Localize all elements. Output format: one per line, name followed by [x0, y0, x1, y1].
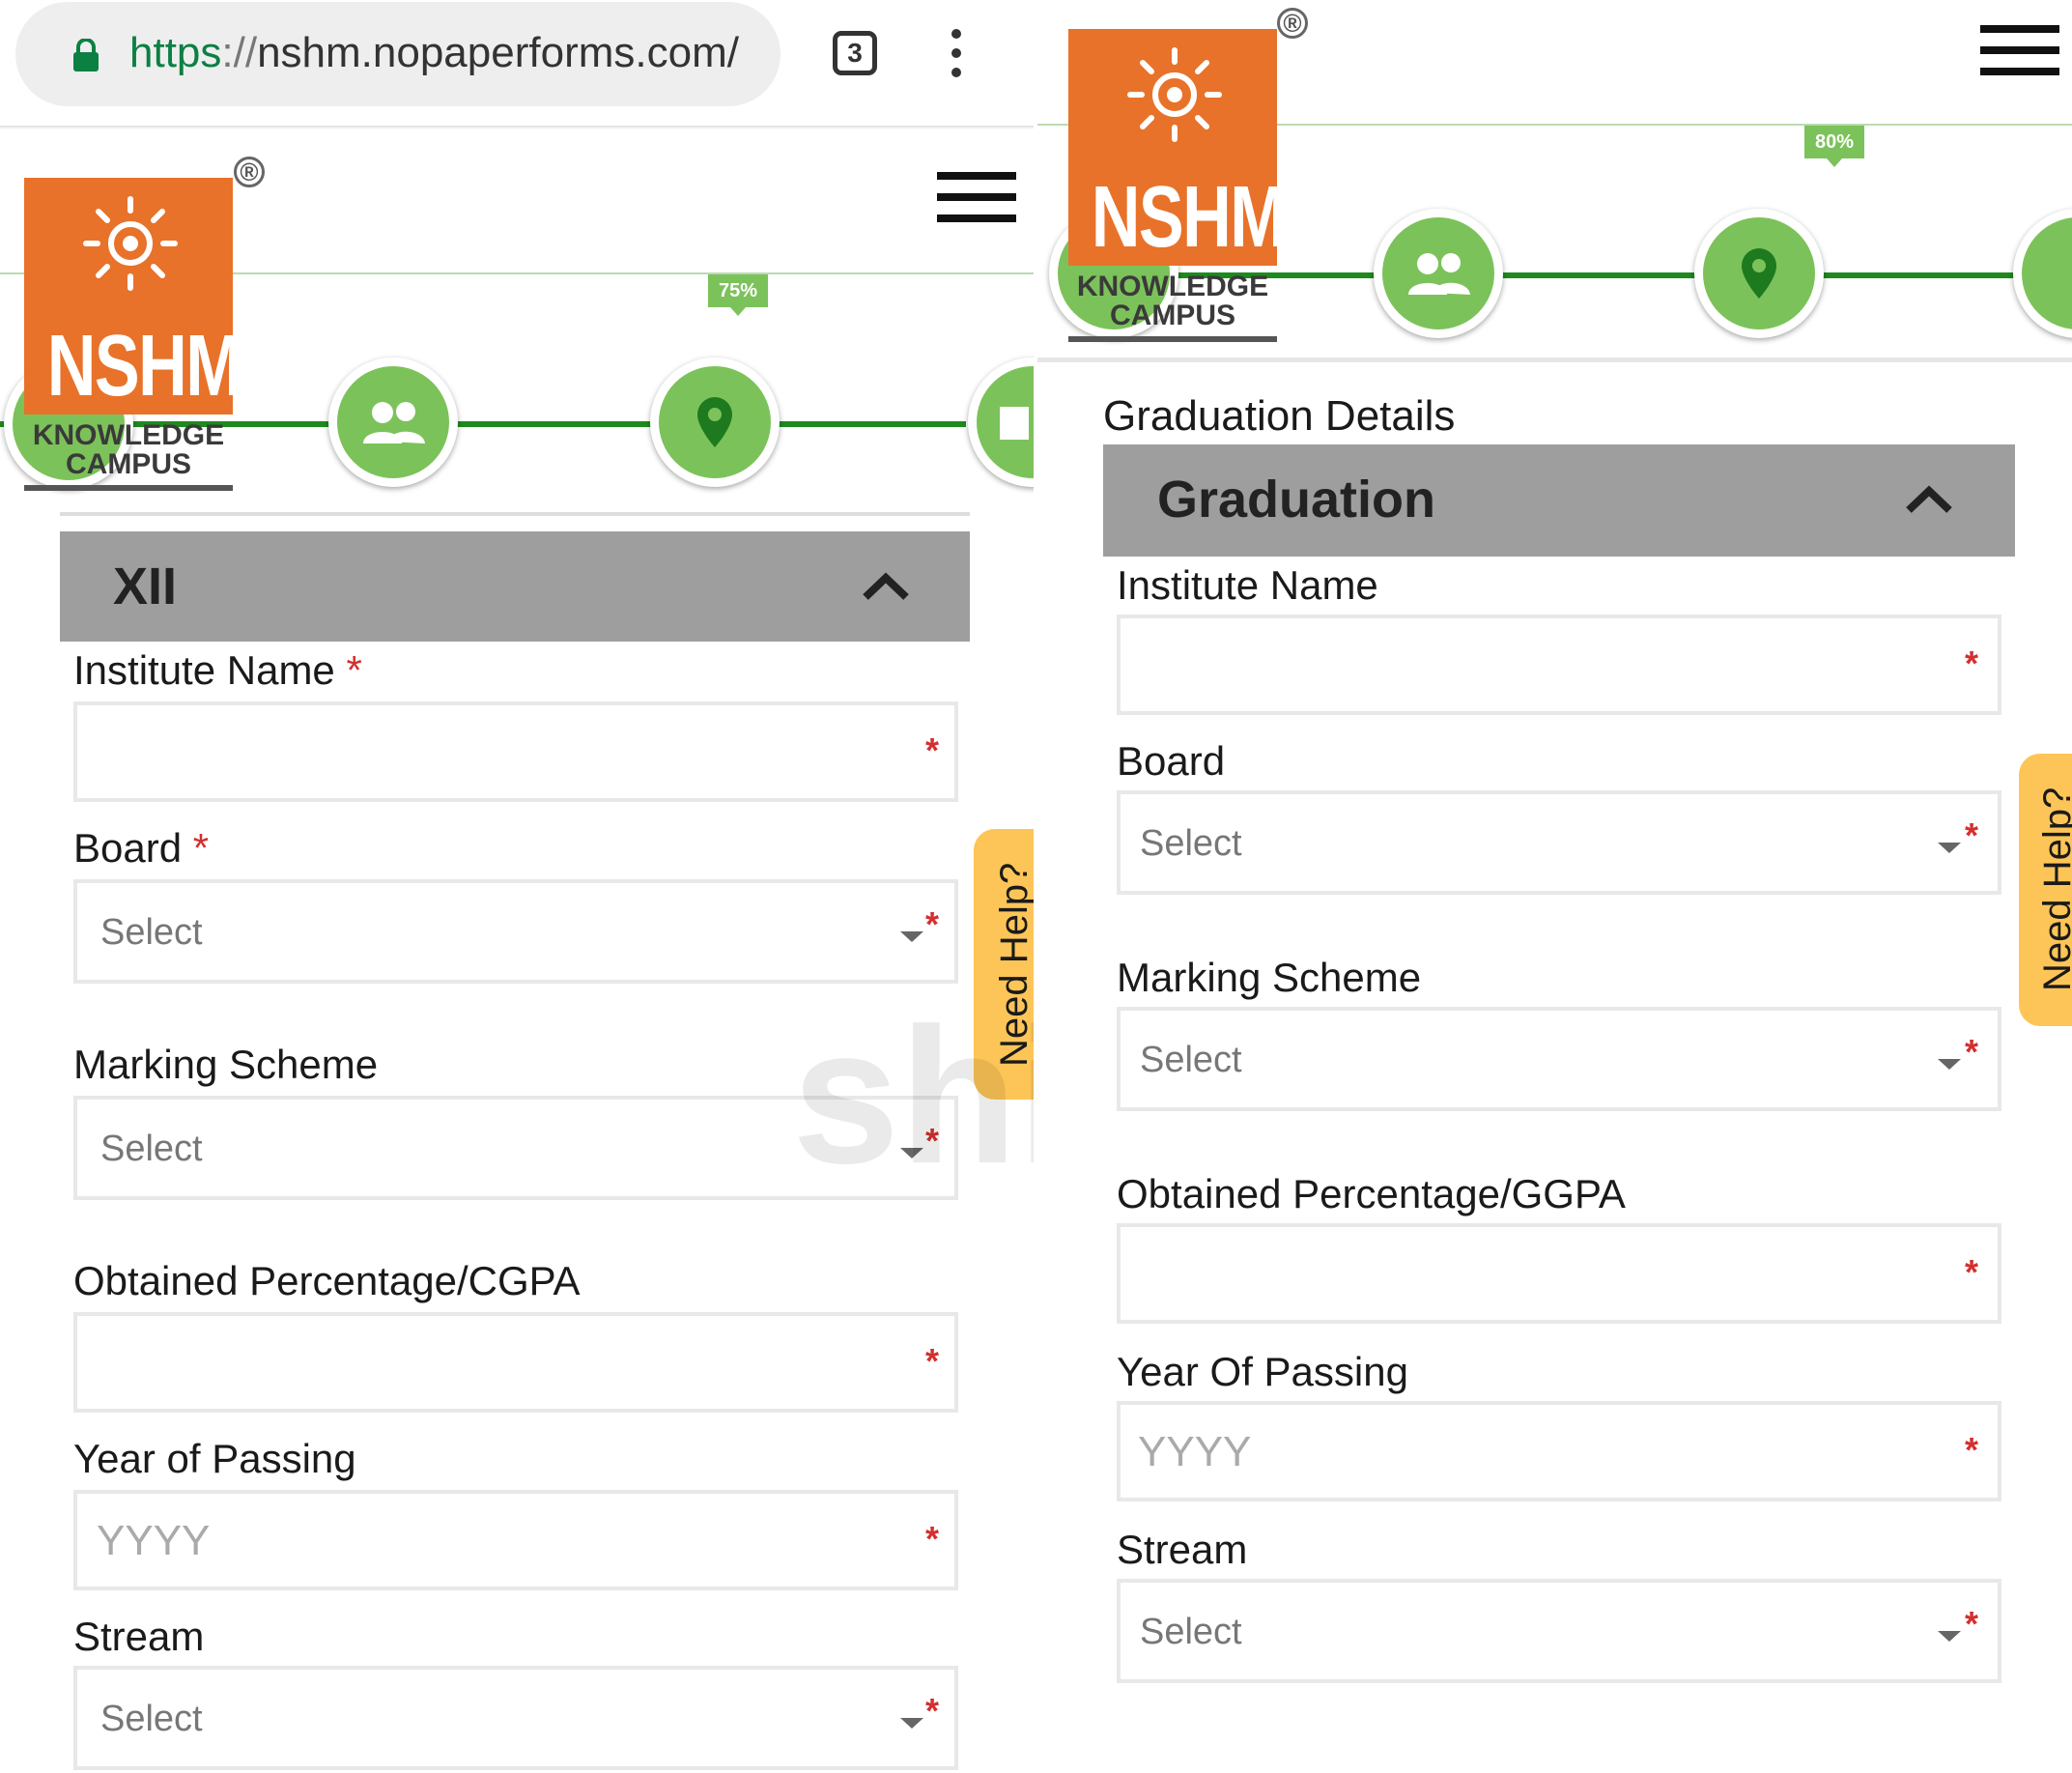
accordion-graduation[interactable]: Graduation — [1103, 444, 2015, 557]
location-pin-icon — [697, 397, 732, 447]
required-star: * — [1965, 643, 1979, 683]
marking-scheme-select[interactable]: Select * — [1117, 1007, 2001, 1111]
year-of-passing-label: Year Of Passing — [1117, 1349, 1408, 1394]
board-label: Board — [1117, 738, 1226, 784]
sun-emblem-icon — [1127, 47, 1222, 142]
board-select[interactable]: Select * — [73, 879, 958, 984]
tab-count-button[interactable]: 3 — [833, 31, 877, 75]
institute-name-input[interactable]: * — [73, 701, 958, 802]
dropdown-caret-icon — [900, 931, 923, 942]
required-star: * — [925, 730, 940, 770]
percentage-input[interactable]: * — [73, 1312, 958, 1413]
dropdown-caret-icon — [1938, 843, 1961, 853]
institute-name-input[interactable]: * — [1117, 615, 2001, 715]
percentage-input[interactable]: * — [1117, 1223, 2001, 1324]
year-placeholder: YYYY — [1138, 1428, 1252, 1475]
location-pin-icon — [1742, 248, 1776, 299]
step-family[interactable] — [1374, 209, 1503, 338]
nshm-logo[interactable]: NSHM KNOWLEDGE CAMPUS — [1068, 29, 1287, 343]
need-help-text: Need Help? — [2036, 786, 2072, 991]
percentage-label: Obtained Percentage/CGPA — [73, 1258, 581, 1303]
year-of-passing-label: Year of Passing — [73, 1436, 356, 1481]
step-documents[interactable] — [2013, 209, 2072, 338]
year-of-passing-input[interactable]: YYYY * — [73, 1490, 958, 1590]
board-select[interactable]: Select * — [1117, 790, 2001, 895]
document-icon — [1000, 407, 1029, 440]
marking-scheme-label: Marking Scheme — [73, 1042, 379, 1087]
marking-placeholder: Select — [1140, 1040, 1242, 1080]
dropdown-caret-icon — [900, 1718, 923, 1729]
section-title: Graduation Details — [1103, 392, 1456, 440]
progress-percent-badge: 80% — [1804, 126, 1864, 167]
lock-icon — [73, 39, 99, 71]
required-star: * — [925, 904, 940, 944]
chevron-up-icon[interactable] — [1905, 485, 1953, 514]
stream-select[interactable]: Select * — [1117, 1579, 2001, 1683]
required-star: * — [925, 1519, 940, 1559]
people-icon — [363, 402, 425, 443]
logo-tagline: KNOWLEDGE CAMPUS — [32, 419, 225, 480]
logo-wordmark: NSHM — [1091, 169, 1287, 266]
marking-placeholder: Select — [100, 1129, 203, 1169]
step-documents[interactable] — [968, 357, 1036, 487]
accordion-title: Graduation — [1157, 471, 1436, 529]
institute-name-label: Institute Name * — [73, 647, 362, 693]
board-placeholder: Select — [1140, 823, 1242, 864]
nshm-logo[interactable]: NSHM KNOWLEDGE CAMPUS — [24, 178, 242, 492]
dropdown-caret-icon — [1938, 1631, 1961, 1642]
year-of-passing-input[interactable]: YYYY * — [1117, 1401, 2001, 1501]
stream-label: Stream — [1117, 1527, 1248, 1572]
required-star: * — [1965, 1430, 1979, 1470]
header-bottom-rule — [60, 512, 970, 516]
board-label: Board * — [73, 825, 210, 871]
sun-emblem-icon — [83, 196, 178, 291]
url-bar[interactable]: https://nshm.nopaperforms.com/ — [15, 2, 781, 106]
registered-mark: ® — [234, 157, 265, 187]
step-address[interactable] — [1694, 209, 1824, 338]
year-placeholder: YYYY — [97, 1517, 211, 1564]
institute-name-label: Institute Name — [1117, 562, 1378, 608]
progress-percent-badge: 75% — [708, 274, 768, 316]
header-bottom-rule — [1036, 357, 2072, 362]
left-screenshot: https://nshm.nopaperforms.com/ 3 75% NSH… — [0, 0, 1036, 1773]
stream-label: Stream — [73, 1614, 205, 1659]
stream-select[interactable]: Select * — [73, 1666, 958, 1770]
screenshot-divider — [1034, 0, 1037, 1773]
logo-wordmark: NSHM — [46, 318, 242, 415]
logo-tagline: KNOWLEDGE CAMPUS — [1076, 271, 1269, 331]
url-text: https://nshm.nopaperforms.com/ — [129, 29, 739, 76]
chrome-divider — [0, 126, 1036, 129]
chevron-up-icon[interactable] — [862, 572, 910, 601]
kebab-menu-icon[interactable] — [951, 29, 961, 77]
stream-placeholder: Select — [100, 1699, 203, 1739]
accordion-title: XII — [113, 558, 178, 615]
dropdown-caret-icon — [1938, 1059, 1961, 1070]
board-placeholder: Select — [100, 912, 203, 953]
marking-scheme-label: Marking Scheme — [1117, 955, 1422, 1000]
required-star: * — [1965, 815, 1979, 855]
step-address[interactable] — [650, 357, 780, 487]
accordion-xii[interactable]: XII — [60, 531, 970, 642]
registered-mark: ® — [1277, 8, 1308, 39]
need-help-tab[interactable]: Need Help? — [2019, 754, 2072, 1026]
required-star: * — [1965, 1032, 1979, 1072]
required-star: * — [1965, 1604, 1979, 1644]
step-family[interactable] — [328, 357, 458, 487]
hamburger-menu-icon[interactable] — [937, 172, 1016, 222]
percentage-label: Obtained Percentage/GGPA — [1117, 1171, 1626, 1216]
required-star: * — [925, 1341, 940, 1381]
required-star: * — [925, 1691, 940, 1730]
hamburger-menu-icon[interactable] — [1980, 25, 2059, 75]
people-icon — [1408, 253, 1470, 295]
right-screenshot: 80% NSHM KNOWLEDGE CAMPUS ® Graduation De… — [1036, 0, 2072, 1773]
required-star: * — [1965, 1252, 1979, 1292]
stream-placeholder: Select — [1140, 1612, 1242, 1652]
